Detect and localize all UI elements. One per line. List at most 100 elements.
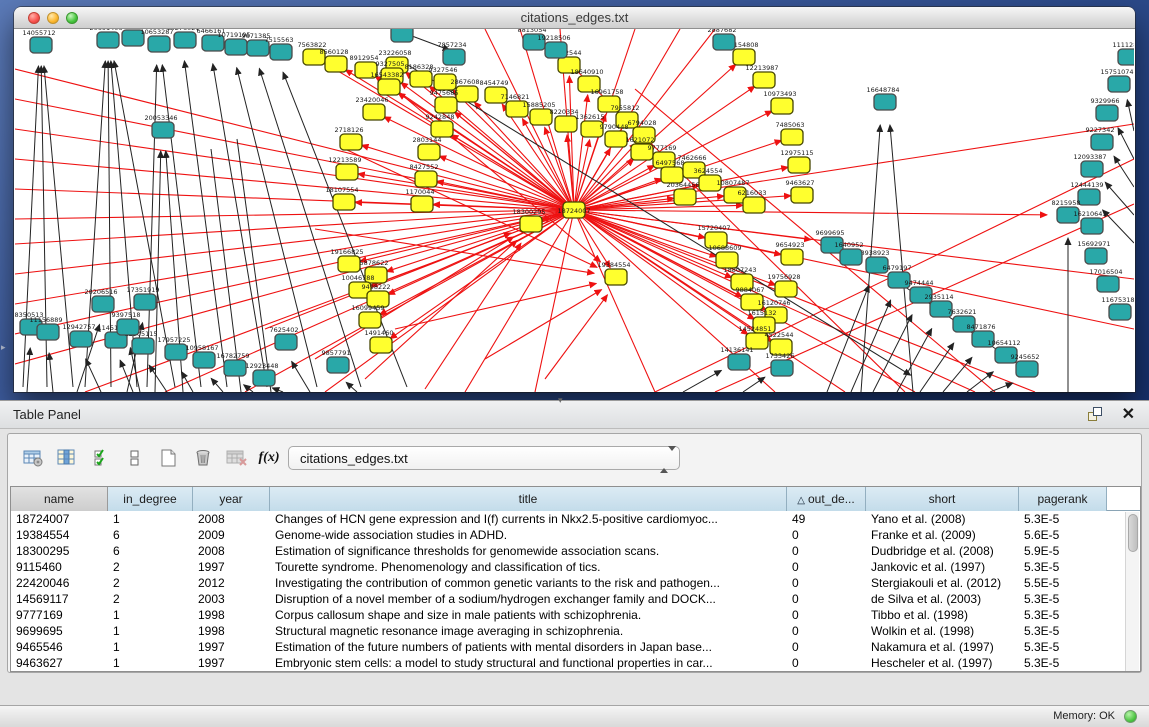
graph-edge[interactable]	[943, 357, 972, 392]
memory-ok-led-icon[interactable]	[1124, 710, 1137, 723]
graph-edge[interactable]	[15, 210, 574, 334]
graph-node[interactable]: 9463627	[786, 179, 815, 203]
select-all-icon[interactable]	[90, 445, 116, 471]
table-row[interactable]: 946554611997Estimation of the future num…	[11, 639, 1140, 655]
vertical-scrollbar[interactable]	[1125, 512, 1139, 672]
graph-node[interactable]: 17351919	[126, 286, 159, 310]
graph-edge[interactable]	[1127, 100, 1134, 131]
column-header-name[interactable]: name	[11, 487, 108, 511]
network-canvas[interactable]: 7563822856012889129542322605893275051654…	[15, 29, 1134, 392]
column-header-year[interactable]: year	[193, 487, 270, 511]
table-row[interactable]: 1456911722003Disruption of a novel membe…	[11, 591, 1140, 607]
graph-edge[interactable]	[683, 370, 721, 392]
new-column-icon[interactable]	[156, 445, 182, 471]
column-header-pagerank[interactable]: pagerank	[1019, 487, 1107, 511]
graph-node[interactable]: 14055712	[22, 29, 55, 53]
graph-edge[interactable]	[545, 295, 607, 379]
graph-node[interactable]: 9227342	[1086, 126, 1115, 150]
table-row[interactable]: 1938455462009Genome-wide association stu…	[11, 527, 1140, 543]
graph-edge[interactable]	[27, 348, 30, 392]
graph-node[interactable]: 16099459	[351, 304, 384, 328]
graph-edge[interactable]	[388, 210, 574, 294]
graph-edge[interactable]	[149, 365, 167, 392]
graph-node[interactable]: 9329966	[1091, 97, 1120, 121]
graph-edge[interactable]	[49, 353, 53, 392]
table-row[interactable]: 969969511998Structural magnetic resonanc…	[11, 623, 1140, 639]
graph-node[interactable]: 20691406	[89, 29, 122, 48]
graph-edge[interactable]	[390, 210, 574, 339]
graph-edge[interactable]	[1103, 210, 1134, 243]
graph-node[interactable]: 16543382	[370, 71, 403, 95]
graph-node[interactable]: 1491460	[365, 329, 394, 353]
graph-edge[interactable]	[535, 210, 574, 392]
graph-node[interactable]: 9790448	[600, 123, 629, 147]
graph-edge[interactable]	[574, 210, 717, 257]
graph-edge[interactable]	[346, 382, 357, 392]
column-header-title[interactable]: title	[270, 487, 787, 511]
graph-node[interactable]: 10973493	[763, 90, 796, 114]
graph-edge[interactable]	[211, 378, 223, 392]
graph-node[interactable]: 16648784	[866, 86, 899, 110]
graph-node[interactable]: 18107554	[325, 186, 358, 210]
graph-edge[interactable]	[272, 388, 283, 392]
graph-node[interactable]: 11675318	[1101, 296, 1134, 320]
graph-node[interactable]: 16033809	[383, 29, 416, 42]
graph-edge[interactable]	[967, 372, 993, 392]
graph-node[interactable]: 7857234	[438, 41, 467, 65]
graph-node[interactable]: 10958167	[185, 344, 218, 368]
table-row[interactable]: 1830029562008Estimation of significance …	[11, 543, 1140, 559]
graph-edge[interactable]	[380, 210, 574, 315]
graph-node[interactable]: 12213589	[328, 156, 361, 180]
column-header-short[interactable]: short	[866, 487, 1019, 511]
graph-edge[interactable]	[851, 300, 891, 392]
graph-node[interactable]: 2718126	[335, 126, 364, 150]
table-row[interactable]: 977716911998Corpus callosum shape and si…	[11, 607, 1140, 623]
graph-node[interactable]: 9475685	[430, 89, 459, 113]
graph-node[interactable]: 8220334	[550, 108, 579, 132]
graph-node[interactable]: 9857791	[322, 349, 351, 373]
graph-node[interactable]: 15276021	[166, 29, 199, 48]
graph-edge[interactable]	[86, 359, 101, 392]
graph-node[interactable]: 12093387	[1073, 153, 1106, 177]
table-row[interactable]: 1872400712008Changes of HCN gene express…	[11, 511, 1140, 527]
graph-node[interactable]: 12213987	[745, 64, 778, 88]
graph-edge[interactable]	[292, 361, 310, 392]
graph-edge[interactable]	[990, 383, 1013, 392]
splitter-grip-icon[interactable]: ▾	[558, 395, 563, 406]
float-panel-icon[interactable]	[1087, 407, 1103, 423]
graph-node[interactable]: 1170044	[406, 188, 435, 212]
delete-column-icon[interactable]	[190, 445, 216, 471]
column-header-in_degree[interactable]: in_degree	[108, 487, 193, 511]
clear-selection-icon[interactable]	[122, 445, 148, 471]
graph-edge[interactable]	[485, 290, 602, 359]
graph-node[interactable]: 12923448	[245, 362, 278, 386]
graph-edge[interactable]	[1118, 128, 1134, 159]
graph-edge[interactable]	[15, 210, 574, 244]
network-graph[interactable]: 7563822856012889129542322605893275051654…	[15, 29, 1134, 392]
table-row[interactable]: 946362711997Embryonic stem cells: a mode…	[11, 655, 1140, 671]
graph-node[interactable]: 12975115	[780, 149, 813, 173]
scrollbar-thumb[interactable]	[1128, 514, 1138, 552]
graph-node[interactable]: 1111285	[1113, 41, 1134, 65]
graph-node[interactable]: 9654923	[776, 241, 805, 265]
close-panel-icon[interactable]: ✕	[1122, 404, 1135, 424]
graph-node[interactable]: 10653287	[140, 29, 173, 52]
graph-node[interactable]: 1733426	[766, 352, 795, 376]
graph-node[interactable]: 23420046	[355, 96, 388, 120]
graph-node[interactable]: 2803144	[413, 136, 442, 160]
graph-node[interactable]: 9245652	[1011, 353, 1040, 377]
graph-node[interactable]: 15751074	[1100, 68, 1133, 92]
graph-node[interactable]: 15692971	[1077, 240, 1110, 264]
function-builder-icon[interactable]: f(x)	[256, 445, 282, 471]
graph-node[interactable]: 17016504	[1089, 268, 1122, 292]
table-row[interactable]: 911546021997Tourette syndrome. Phenomeno…	[11, 559, 1140, 575]
graph-node[interactable]: 19756928	[767, 273, 800, 297]
graph-node[interactable]: 2887682	[708, 29, 737, 50]
graph-node[interactable]: 7625402	[270, 326, 299, 350]
column-header-out_de[interactable]: △out_de...	[787, 487, 866, 511]
graph-edge[interactable]	[23, 66, 38, 387]
graph-edge[interactable]	[358, 174, 574, 210]
show-columns-icon[interactable]	[54, 445, 80, 471]
table-selector-dropdown[interactable]: citations_edges.txt	[288, 446, 680, 470]
table-row[interactable]: 2242004622012Investigating the contribut…	[11, 575, 1140, 591]
